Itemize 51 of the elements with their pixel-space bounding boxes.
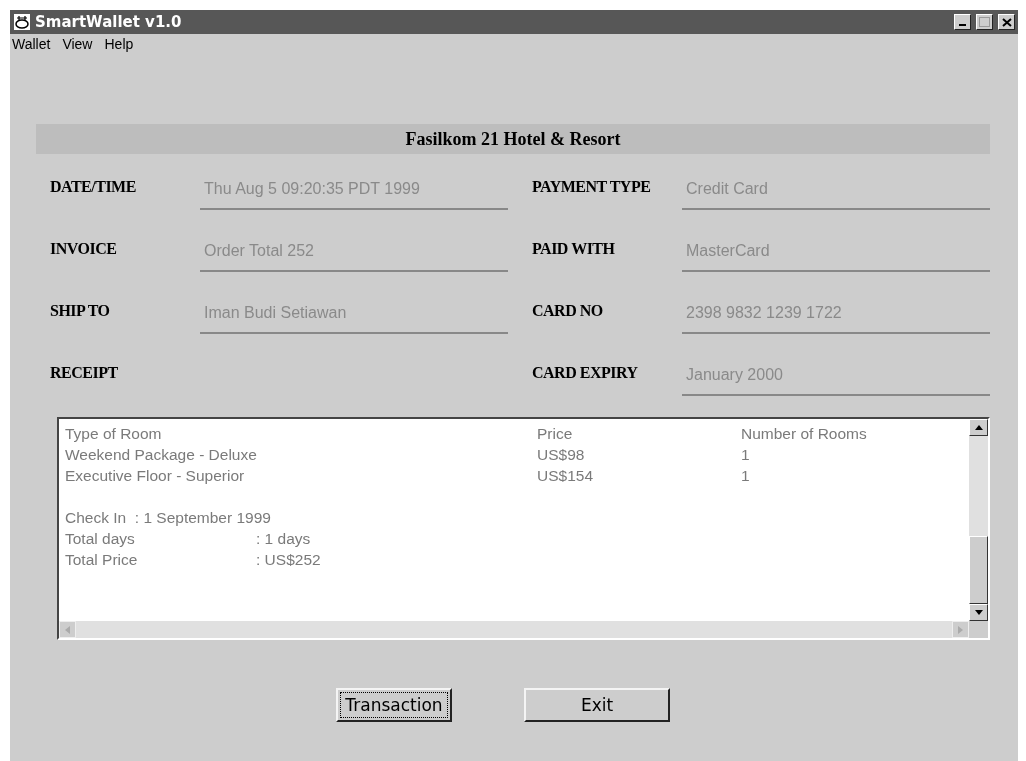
summary-label: Total days	[65, 529, 136, 549]
field-label: INVOICE	[49, 240, 118, 259]
dialog-button[interactable]: Transaction	[336, 688, 452, 722]
vertical-scrollbar[interactable]	[969, 419, 988, 621]
text-field[interactable]: Iman Budi Setiawan	[200, 294, 508, 334]
field-label: PAYMENT TYPE	[531, 178, 652, 197]
summary-value: : 1 days	[256, 529, 312, 549]
field-label: CARD EXPIRY	[531, 364, 639, 383]
dialog-button[interactable]: Exit	[524, 688, 670, 722]
receipt-cell-text: US$154	[537, 466, 594, 486]
field-label: CARD NO	[531, 302, 604, 321]
text-field[interactable]: 2398 9832 1239 1722	[682, 294, 990, 334]
app-icon	[13, 13, 31, 31]
field-label: SHIP TO	[49, 302, 111, 321]
text-field[interactable]: Thu Aug 5 09:20:35 PDT 1999	[200, 170, 508, 210]
down-arrow-icon	[974, 610, 983, 615]
window-title: SmartWallet v1.0	[35, 13, 183, 31]
scroll-thumb[interactable]	[969, 536, 988, 604]
receipt-cell-text: 1	[741, 445, 751, 465]
text-field[interactable]: Order Total 252	[200, 232, 508, 272]
receipt-area[interactable]: Type of Room Price Number of Rooms Weekend Package - Deluxe US$98 1 Executive Floor - Superior US$154 1 Check In : 1 September 1999 Total days : 1 days Total Price : US$252	[57, 417, 990, 640]
column-heading: Type of Room	[65, 424, 163, 444]
menu-item[interactable]: View	[62, 36, 93, 52]
summary-label: Total Price	[65, 550, 139, 570]
receipt-cell-text: US$98	[537, 445, 586, 465]
menu-item[interactable]: Help	[104, 36, 134, 52]
summary-value: : US$252	[256, 550, 322, 570]
right-arrow-icon	[958, 625, 963, 634]
summary-line: Check In : 1 September 1999	[65, 509, 271, 526]
minimize-button[interactable]	[954, 14, 971, 30]
column-heading: Number of Rooms	[741, 424, 868, 444]
maximize-icon	[979, 17, 990, 27]
receipt-cell-text: 1	[741, 466, 751, 486]
left-arrow-icon	[65, 625, 70, 634]
text-field[interactable]: MasterCard	[682, 232, 990, 272]
close-icon	[1001, 17, 1012, 27]
scrollbar-corner	[969, 621, 988, 638]
field-label: RECEIPT	[49, 364, 119, 383]
up-arrow-icon	[974, 425, 983, 430]
menu-item[interactable]: Wallet	[12, 36, 51, 52]
field-label: PAID WITH	[531, 240, 616, 259]
header-band: Fasilkom 21 Hotel & Resort	[36, 124, 990, 154]
receipt-cell-text: Executive Floor - Superior	[65, 466, 246, 486]
close-button[interactable]	[998, 14, 1015, 30]
text-field[interactable]: January 2000	[682, 356, 990, 396]
column-heading: Price	[537, 424, 574, 444]
maximize-button[interactable]	[976, 14, 993, 30]
receipt-cell-text: Weekend Package - Deluxe	[65, 445, 258, 465]
field-label: DATE/TIME	[49, 178, 137, 197]
text-field[interactable]: Credit Card	[682, 170, 990, 210]
horizontal-scrollbar[interactable]	[59, 621, 969, 638]
